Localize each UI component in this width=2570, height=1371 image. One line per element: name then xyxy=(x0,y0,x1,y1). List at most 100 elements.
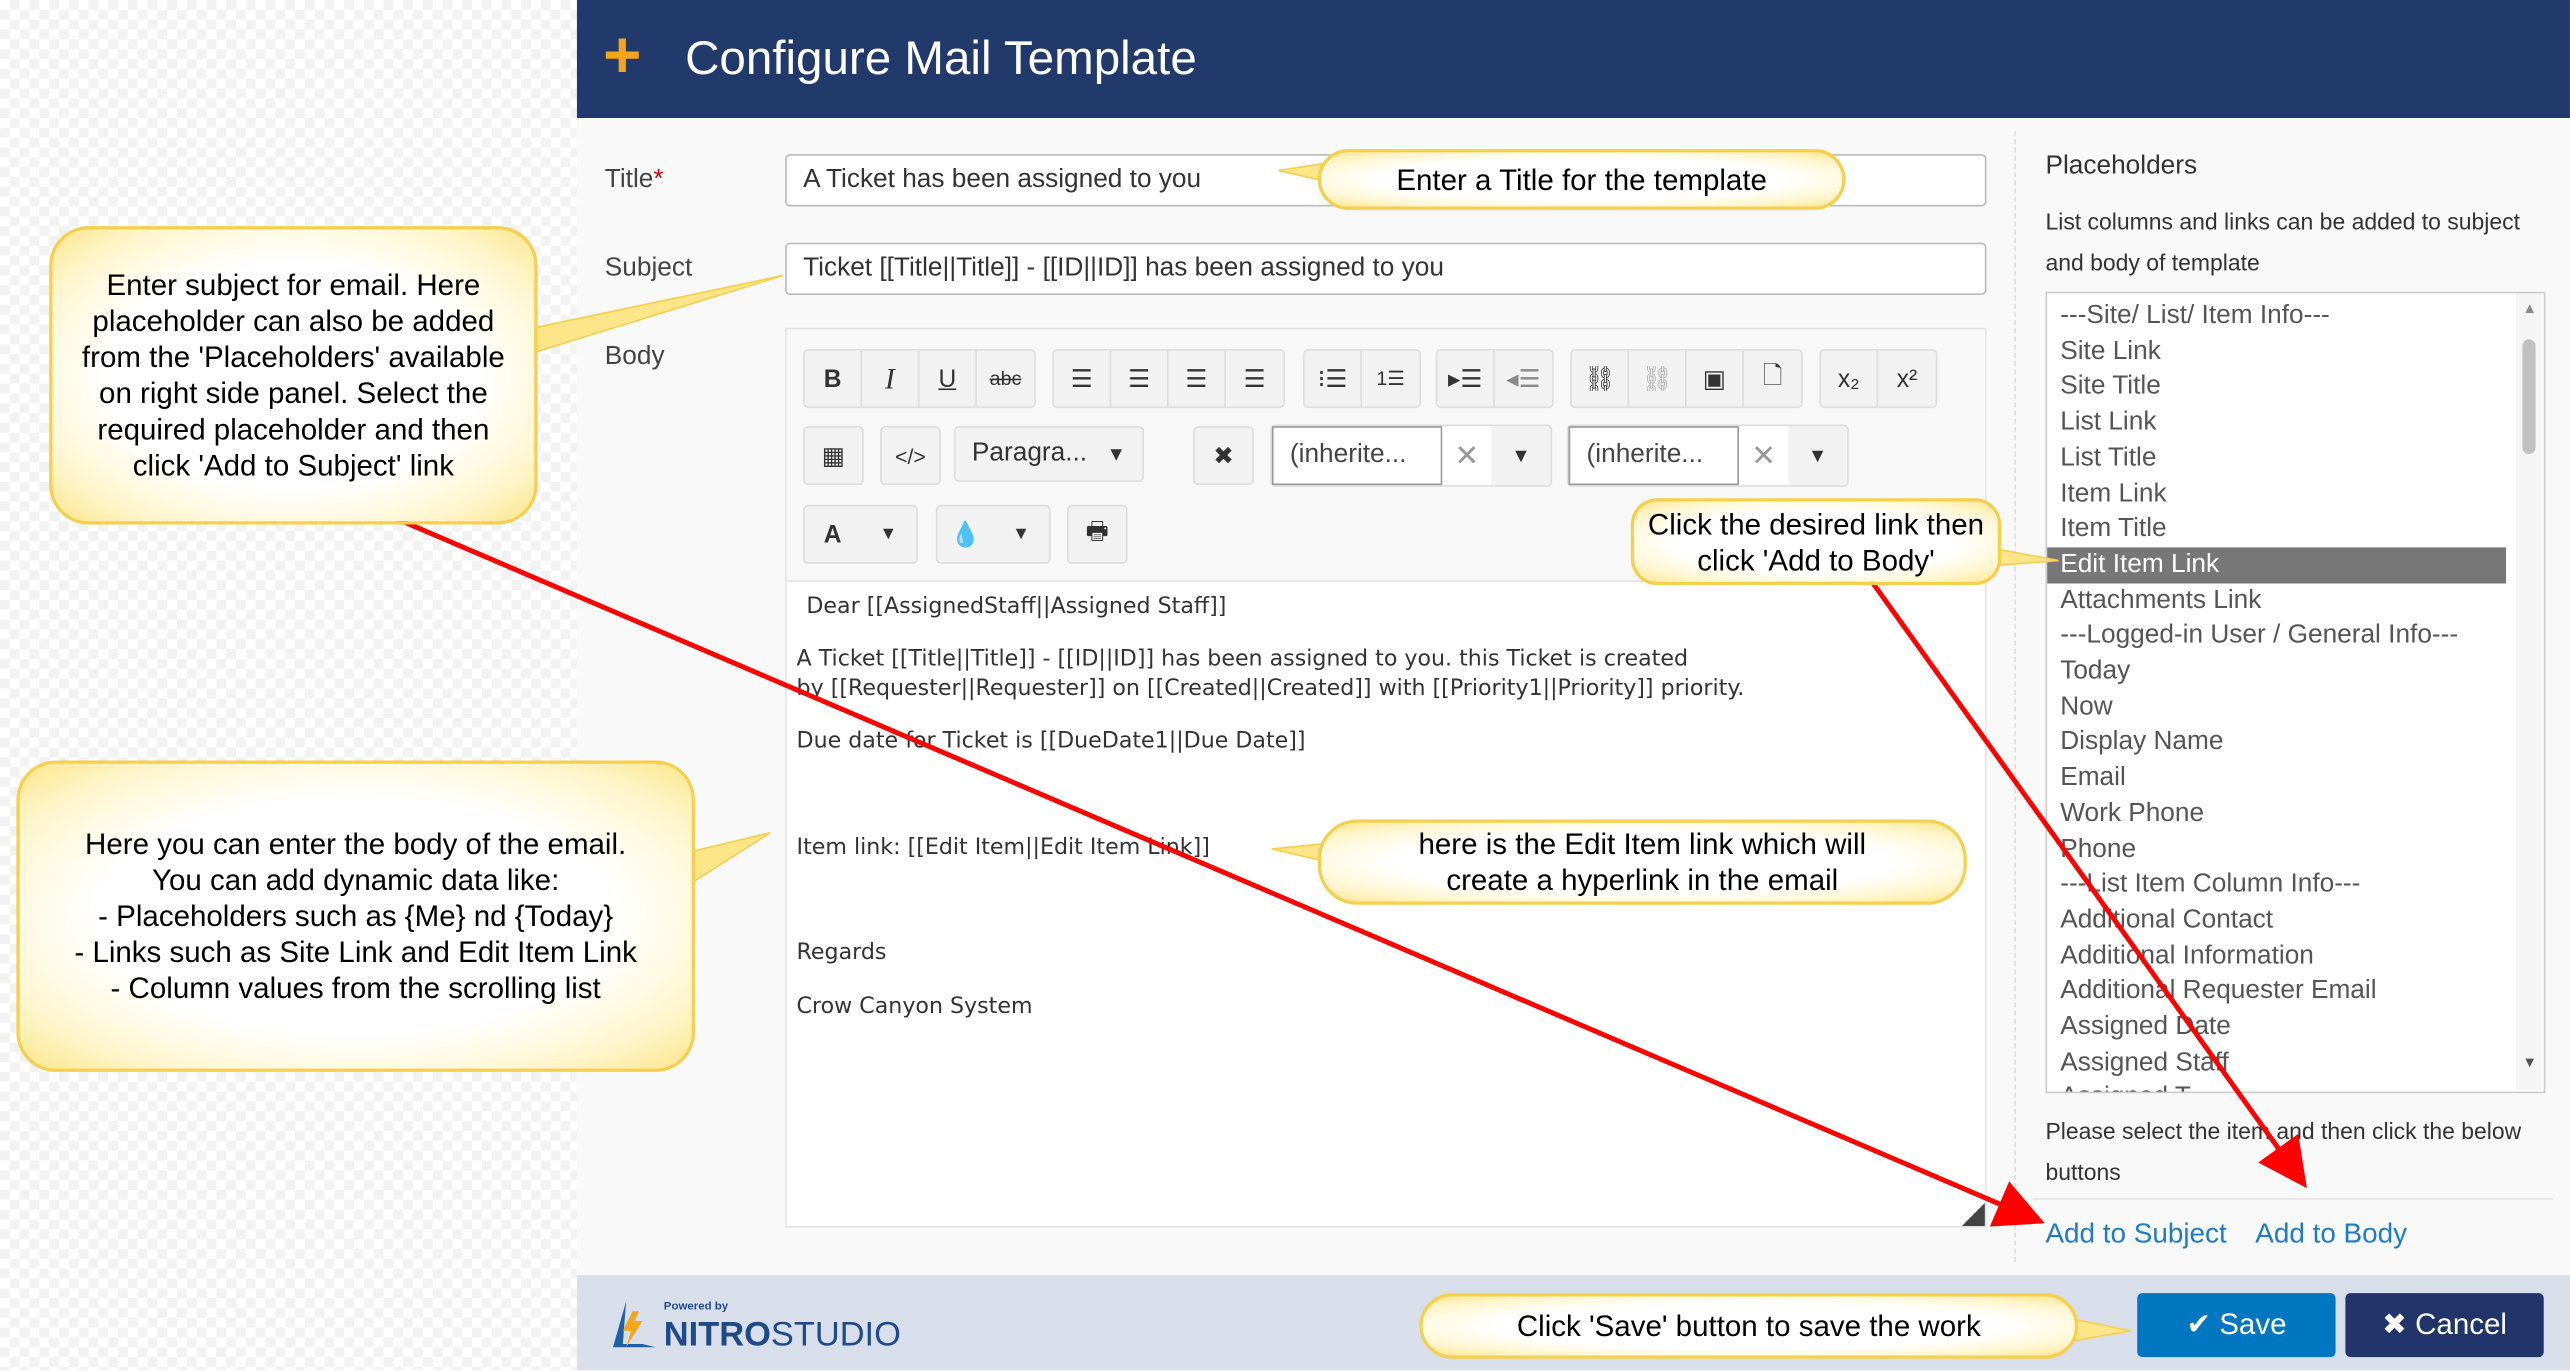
transparent-background xyxy=(0,0,577,1371)
add-to-subject-link[interactable]: Add to Subject xyxy=(2045,1218,2226,1251)
scrollbar-thumb[interactable] xyxy=(2522,339,2536,455)
body-line: Due date for Ticket is [[DueDate1||Due D… xyxy=(796,727,1306,754)
outdent-icon[interactable]: ◂☰ xyxy=(1495,351,1552,407)
placeholder-option[interactable]: Item Title xyxy=(2047,512,2506,548)
subscript-icon[interactable]: x₂ xyxy=(1821,350,1879,407)
subject-label: Subject xyxy=(604,254,693,282)
html-source-icon[interactable]: </> xyxy=(882,428,939,484)
callout-add-body: Click the desired link then click 'Add t… xyxy=(1630,498,2002,586)
chevron-down-icon[interactable]: ▼ xyxy=(1788,426,1847,485)
plus-icon: + xyxy=(603,19,642,92)
placeholder-option[interactable]: Additional Requester Email xyxy=(2047,974,2506,1010)
bold-button[interactable]: B xyxy=(805,350,863,407)
align-center-icon[interactable]: ☰ xyxy=(1111,350,1169,407)
underline-button[interactable]: U xyxy=(919,350,977,407)
placeholder-option[interactable]: Today xyxy=(2047,654,2506,690)
placeholder-option[interactable]: ---List Item Column Info--- xyxy=(2047,867,2506,903)
rich-text-editor[interactable]: B I U abc ☰ ☰ ☰ ☰ ⁝☰ 1☰ ▸☰ ◂☰ ⛓ ⛓ ▣ 🗋 x₂… xyxy=(785,327,1987,1228)
placeholders-description: List columns and links can be added to s… xyxy=(2045,208,2520,276)
placeholder-option[interactable]: Assigned Date xyxy=(2047,1010,2506,1046)
indent-icon[interactable]: ▸☰ xyxy=(1437,350,1495,407)
background-color-button[interactable]: 💧 ▼ xyxy=(935,504,1051,564)
check-icon: ✔ xyxy=(2186,1307,2220,1341)
font-color-icon: A xyxy=(823,520,842,549)
placeholder-option[interactable]: Phone xyxy=(2047,832,2506,868)
body-line: by [[Requester||Requester]] on [[Created… xyxy=(796,675,1745,702)
placeholder-option[interactable]: Item Link xyxy=(2047,476,2506,512)
callout-edit-link: here is the Edit Item link which will cr… xyxy=(1317,819,1967,905)
placeholders-title: Placeholders xyxy=(2045,152,2198,181)
placeholder-option[interactable]: ---Logged-in User / General Info--- xyxy=(2047,618,2506,654)
placeholder-option[interactable]: Assigned Staff xyxy=(2047,1045,2506,1081)
placeholder-option[interactable]: Edit Item Link xyxy=(2047,547,2507,583)
placeholder-option[interactable]: Work Phone xyxy=(2047,796,2506,832)
format-select[interactable]: Paragra... ▼ xyxy=(953,426,1145,482)
placeholder-option[interactable]: List Link xyxy=(2047,405,2506,441)
superscript-icon[interactable]: x² xyxy=(1878,351,1935,407)
placeholder-option[interactable]: Display Name xyxy=(2047,725,2506,761)
link-icon[interactable]: ⛓ xyxy=(1572,350,1630,407)
placeholder-option[interactable]: Site Link xyxy=(2047,334,2506,370)
chevron-down-icon: ▼ xyxy=(879,524,898,545)
divider xyxy=(2032,1198,2554,1200)
placeholder-option[interactable]: List Title xyxy=(2047,441,2506,477)
placeholder-option[interactable]: Now xyxy=(2047,690,2506,726)
body-line: Crow Canyon System xyxy=(796,993,1033,1020)
font-size-input[interactable]: (inherite... xyxy=(1568,426,1739,486)
callout-body: Here you can enter the body of the email… xyxy=(16,760,695,1072)
placeholder-option[interactable]: Additional Information xyxy=(2047,938,2506,974)
placeholder-option[interactable]: Additional Contact xyxy=(2047,903,2506,939)
title-label: Title* xyxy=(604,165,664,194)
callout-title: Enter a Title for the template xyxy=(1317,149,1846,210)
dialog-header: + Configure Mail Template xyxy=(576,0,2570,119)
table-icon[interactable]: ▦ xyxy=(805,428,862,484)
subject-input[interactable]: Ticket [[Title||Title]] - [[ID||ID]] has… xyxy=(785,242,1987,296)
font-family-combo[interactable]: (inherite... ✕ ▼ xyxy=(1270,424,1553,487)
numbered-list-icon[interactable]: 1☰ xyxy=(1362,351,1419,407)
clear-icon[interactable]: ✕ xyxy=(1738,426,1789,486)
font-family-input[interactable]: (inherite... xyxy=(1271,426,1443,486)
body-line: Item link: [[Edit Item||Edit Item Link]] xyxy=(796,834,1210,861)
save-button[interactable]: ✔ Save xyxy=(2137,1293,2336,1358)
bullet-list-icon[interactable]: ⁝☰ xyxy=(1305,350,1363,407)
placeholders-listbox[interactable]: ---Site/ List/ Item Info--- Site Link Site… xyxy=(2045,291,2546,1094)
body-line: Dear [[AssignedStaff||Assigned Staff]] xyxy=(806,593,1227,620)
align-left-icon[interactable]: ☰ xyxy=(1054,350,1112,407)
italic-button[interactable]: I xyxy=(862,350,920,407)
font-color-button[interactable]: A ▼ xyxy=(803,504,918,564)
unlink-icon[interactable]: ⛓ xyxy=(1629,350,1687,407)
font-size-combo[interactable]: (inherite... ✕ ▼ xyxy=(1566,424,1849,487)
print-icon[interactable]: 🖶 xyxy=(1069,506,1126,562)
scrollbar[interactable]: ▲ ▼ xyxy=(2515,293,2543,1090)
drop-icon: 💧 xyxy=(950,521,981,550)
placeholder-option[interactable]: Email xyxy=(2047,761,2506,797)
justify-icon[interactable]: ☰ xyxy=(1226,351,1283,407)
placeholder-option[interactable]: Site Title xyxy=(2047,369,2506,405)
nitro-studio-logo: Powered by NITROSTUDIO xyxy=(610,1298,901,1359)
body-line: Regards xyxy=(796,939,887,966)
resize-handle[interactable] xyxy=(1961,1203,1985,1226)
placeholders-hint: Please select the item and then click th… xyxy=(2045,1117,2522,1185)
chevron-down-icon[interactable]: ▼ xyxy=(1491,426,1550,485)
callout-save: Click 'Save' button to save the work xyxy=(1419,1293,2079,1359)
placeholder-option[interactable]: Attachments Link xyxy=(2047,583,2506,619)
callout-subject: Enter subject for email. Here placeholde… xyxy=(49,226,538,525)
dialog-title: Configure Mail Template xyxy=(685,32,1197,86)
placeholder-option[interactable]: ---Site/ List/ Item Info--- xyxy=(2047,298,2506,334)
cancel-button[interactable]: ✖ Cancel xyxy=(2345,1293,2544,1358)
chevron-down-icon: ▼ xyxy=(1106,442,1126,466)
strikethrough-button[interactable]: abc xyxy=(977,351,1034,407)
image-icon[interactable]: ▣ xyxy=(1687,350,1744,407)
divider xyxy=(2014,131,2016,1263)
body-label: Body xyxy=(604,342,665,371)
add-to-body-link[interactable]: Add to Body xyxy=(2255,1218,2407,1251)
nitro-logo-icon xyxy=(612,1301,656,1348)
insert-file-icon[interactable]: 🗋 xyxy=(1744,351,1801,407)
clear-icon[interactable]: ✕ xyxy=(1442,426,1492,486)
body-line: A Ticket [[Title||Title]] - [[ID||ID]] h… xyxy=(796,645,1689,672)
clear-formatting-icon[interactable]: ✖ xyxy=(1195,428,1252,484)
align-right-icon[interactable]: ☰ xyxy=(1169,350,1226,407)
placeholder-option[interactable]: Assigned T... xyxy=(2047,1081,2506,1092)
close-icon: ✖ xyxy=(2382,1307,2416,1341)
chevron-down-icon: ▼ xyxy=(1012,524,1031,545)
